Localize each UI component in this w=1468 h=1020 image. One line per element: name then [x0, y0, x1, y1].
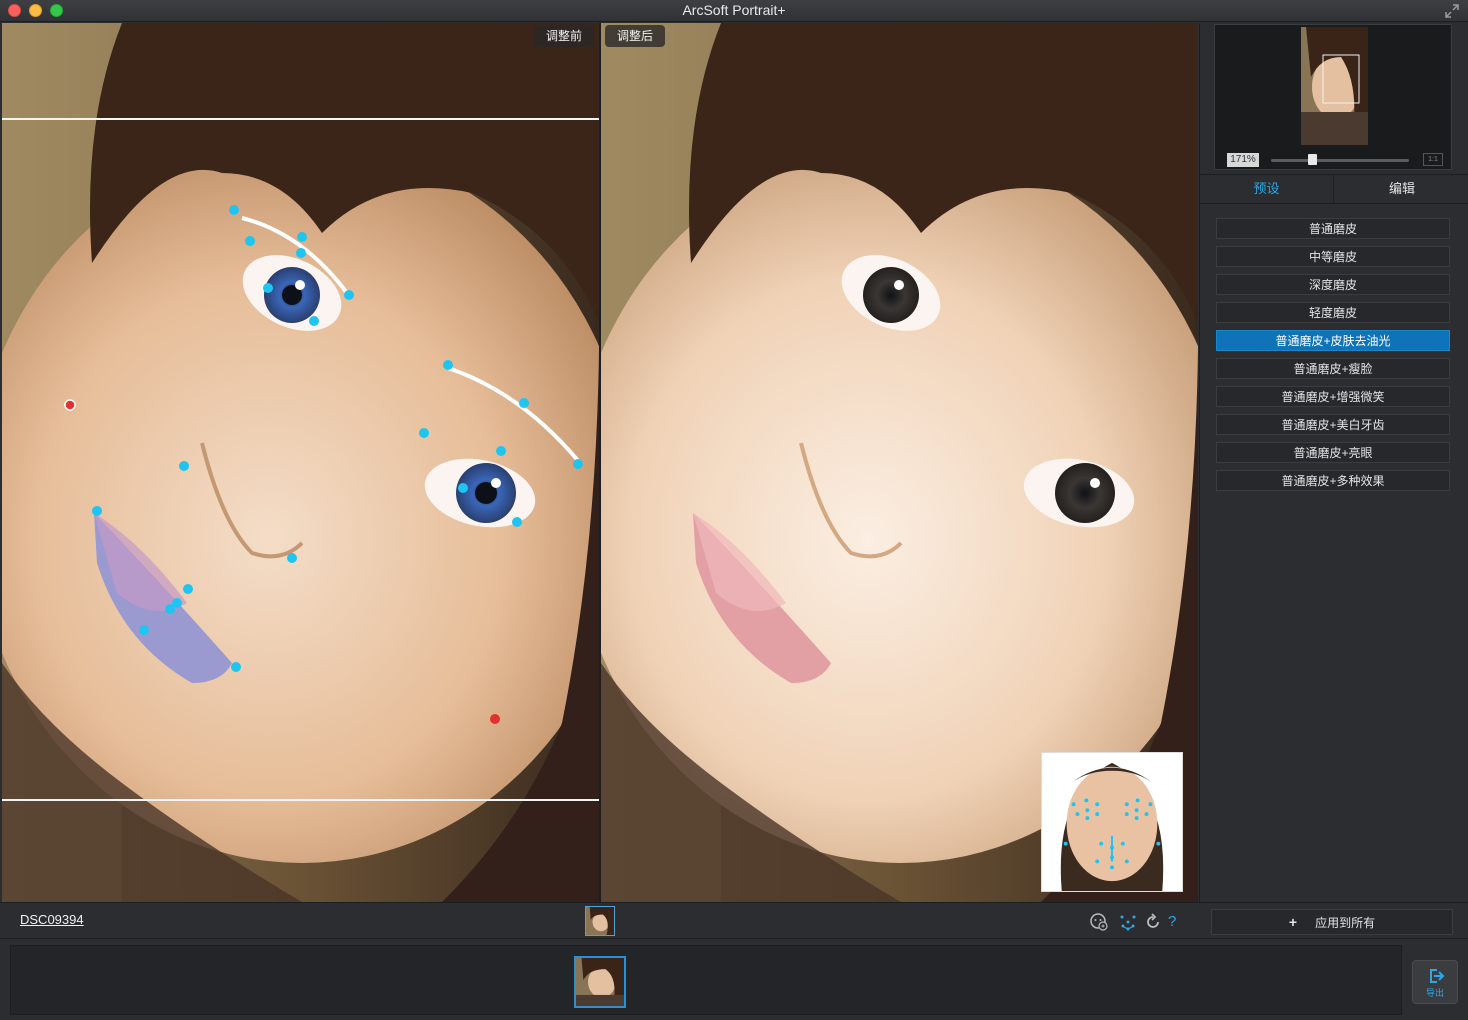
face-landmark-guide [1041, 752, 1183, 892]
preset-item[interactable]: 普通磨皮+美白牙齿 [1216, 414, 1450, 435]
before-photo[interactable] [2, 23, 599, 902]
title-bar: ArcSoft Portrait+ [0, 0, 1468, 22]
apply-to-all-button[interactable]: + 应用到所有 [1211, 909, 1453, 935]
navigator-thumbnail[interactable] [1301, 27, 1368, 145]
preset-item[interactable]: 普通磨皮+多种效果 [1216, 470, 1450, 491]
before-label: 调整前 [533, 25, 594, 47]
preset-item[interactable]: 普通磨皮+瘦脸 [1216, 358, 1450, 379]
preset-item[interactable]: 普通磨皮+增强微笑 [1216, 386, 1450, 407]
file-name[interactable]: DSC09394 [20, 912, 84, 927]
face-detect-icon[interactable] [1089, 912, 1109, 932]
right-panel: 171% 1:1 预设 编辑 普通磨皮 中等磨皮 深度磨皮 轻度磨皮 普通磨皮+… [1199, 23, 1468, 902]
zoom-slider-track[interactable] [1271, 159, 1409, 162]
apply-to-all-label: 应用到所有 [1315, 916, 1376, 930]
preset-item[interactable]: 中等磨皮 [1216, 246, 1450, 267]
filmstrip: 导出 [0, 938, 1468, 1020]
before-pane[interactable]: 调整前 [2, 23, 599, 902]
actual-size-button[interactable]: 1:1 [1423, 153, 1443, 166]
bottom-toolbar: DSC09394 ? + 应用到所有 [0, 902, 1468, 938]
preset-item[interactable]: 普通磨皮+亮眼 [1216, 442, 1450, 463]
after-pane[interactable]: 调整后 [601, 23, 1198, 902]
filmstrip-area[interactable] [10, 945, 1402, 1015]
preset-item-selected[interactable]: 普通磨皮+皮肤去油光 [1216, 330, 1450, 351]
face-points-icon[interactable] [1118, 912, 1138, 932]
export-icon [1430, 969, 1445, 983]
zoom-slider-thumb[interactable] [1308, 154, 1318, 165]
bottom-guide-line[interactable] [2, 799, 599, 801]
filmstrip-thumbnail-selected[interactable] [574, 956, 626, 1008]
plus-icon: + [1288, 914, 1298, 930]
help-icon[interactable]: ? [1168, 912, 1188, 932]
panel-tabs: 预设 编辑 [1200, 174, 1468, 204]
export-button[interactable]: 导出 [1412, 960, 1458, 1004]
export-label: 导出 [1425, 988, 1444, 998]
preset-item[interactable]: 轻度磨皮 [1216, 302, 1450, 323]
tab-presets[interactable]: 预设 [1200, 175, 1334, 203]
top-guide-line[interactable] [2, 118, 599, 120]
tab-edit[interactable]: 编辑 [1335, 175, 1468, 203]
after-label: 调整后 [605, 25, 666, 47]
navigator[interactable]: 171% 1:1 [1214, 24, 1452, 170]
fullscreen-icon[interactable] [1444, 3, 1460, 19]
current-image-thumbnail[interactable] [585, 906, 615, 936]
reset-icon[interactable] [1143, 912, 1163, 932]
app-title: ArcSoft Portrait+ [682, 2, 786, 18]
preset-item[interactable]: 普通磨皮 [1216, 218, 1450, 239]
preset-item[interactable]: 深度磨皮 [1216, 274, 1450, 295]
zoom-value[interactable]: 171% [1227, 153, 1259, 167]
